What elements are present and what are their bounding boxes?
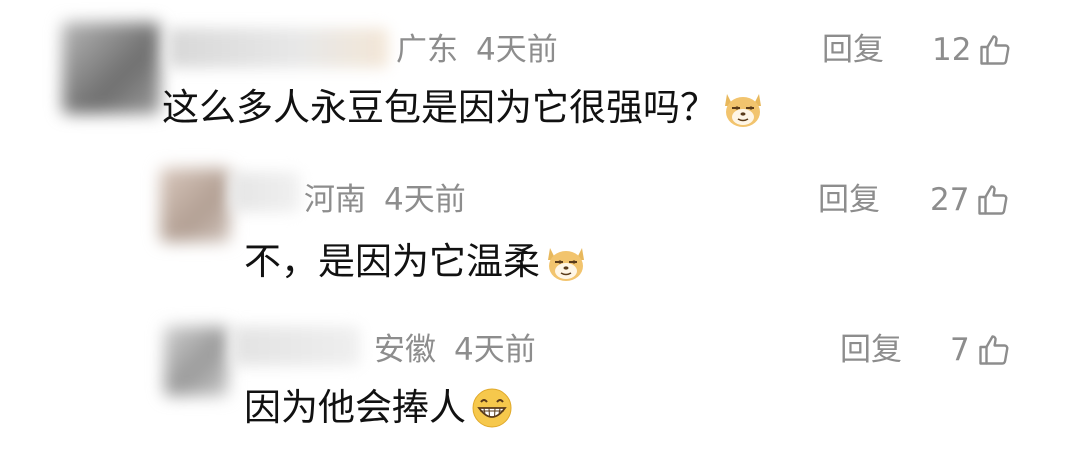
region-label: 安徽 — [374, 332, 436, 368]
like-count: 27 — [930, 182, 970, 218]
comment-text-body: 因为他会捧人 — [244, 386, 466, 429]
username-blurred[interactable] — [232, 326, 360, 366]
reply-button[interactable]: 回复 — [840, 330, 902, 370]
grinning-face-emoji — [472, 388, 512, 428]
comment-text: 因为他会捧人 — [244, 384, 514, 432]
avatar[interactable] — [164, 326, 228, 396]
like-button[interactable]: 27 — [930, 180, 1011, 220]
comment-text: 不，是因为它温柔 — [244, 238, 588, 286]
thumbs-up-icon — [978, 185, 1008, 215]
comment-text: 这么多人永豆包是因为它很强吗？ — [162, 84, 765, 132]
avatar[interactable] — [160, 168, 230, 242]
region-label: 广东 — [396, 32, 458, 68]
like-count: 7 — [950, 332, 970, 368]
like-button[interactable]: 12 — [932, 30, 1013, 70]
region-label: 河南 — [304, 182, 366, 218]
thumbs-up-icon — [980, 35, 1010, 65]
timestamp: 4天前 — [476, 32, 558, 68]
avatar[interactable] — [62, 22, 160, 114]
comment-meta: 广东 4天前 — [396, 30, 558, 70]
reply-button[interactable]: 回复 — [822, 30, 884, 70]
username-blurred[interactable] — [168, 28, 388, 68]
like-count: 12 — [932, 32, 972, 68]
comment-meta: 安徽 4天前 — [374, 330, 536, 370]
like-button[interactable]: 7 — [950, 330, 1012, 370]
timestamp: 4天前 — [384, 182, 466, 218]
timestamp: 4天前 — [454, 332, 536, 368]
comment-meta: 河南 4天前 — [304, 180, 466, 220]
reply-button[interactable]: 回复 — [818, 180, 880, 220]
smirking-doge-emoji — [548, 248, 584, 281]
comment-text-body: 不，是因为它温柔 — [244, 240, 540, 283]
thumbs-up-icon — [979, 335, 1009, 365]
comment-text-body: 这么多人永豆包是因为它很强吗？ — [162, 86, 717, 129]
smirking-doge-emoji — [725, 94, 761, 127]
username-blurred[interactable] — [230, 172, 300, 212]
